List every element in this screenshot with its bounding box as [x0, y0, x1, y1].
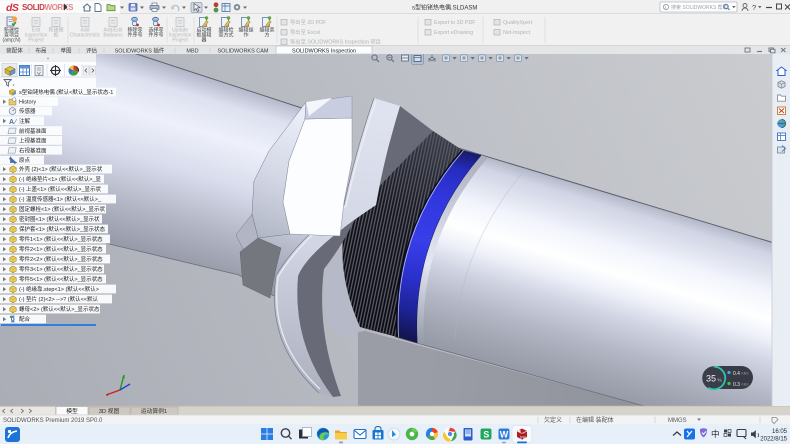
svg-text:保护套<1> (默认<<默认>_显示状态: 保护套<1> (默认<<默认>_显示状态 — [19, 225, 106, 233]
svg-text:零件2<2> (默认<<默认>_显示状态: 零件2<2> (默认<<默认>_显示状态 — [19, 255, 103, 263]
svg-text:查方式: 查方式 — [218, 32, 233, 39]
svg-text:配合: 配合 — [19, 315, 31, 323]
svg-text:导出至 2D PDF: 导出至 2D PDF — [290, 18, 327, 26]
svg-text:?: ? — [752, 3, 756, 12]
svg-text:零件1<1> (默认<<默认>_显示状态: 零件1<1> (默认<<默认>_显示状态 — [19, 235, 103, 243]
svg-text:Project: Project — [172, 38, 188, 44]
svg-text:在编辑 装配体: 在编辑 装配体 — [576, 416, 614, 424]
svg-text:密封圈<1> (默认<<默认>_显示状: 密封圈<1> (默认<<默认>_显示状 — [19, 215, 100, 223]
svg-text:i: i — [665, 5, 666, 11]
svg-text:Export eDrawing: Export eDrawing — [434, 30, 473, 36]
svg-text:dS: dS — [6, 2, 19, 14]
svg-text:螺母<2> (默认<<默认>_显示状态: 螺母<2> (默认<<默认>_显示状态 — [19, 305, 100, 313]
svg-text:导出至 Excel: 导出至 Excel — [290, 28, 320, 36]
svg-text:模型: 模型 — [66, 407, 78, 415]
svg-text:方: 方 — [264, 32, 269, 39]
svg-text:导出至 SOLIDWORKS Inspection 项目: 导出至 SOLIDWORKS Inspection 项目 — [290, 38, 381, 46]
svg-text:Balloons: Balloons — [103, 33, 123, 39]
svg-text:SOLIDWORKS Inspection: SOLIDWORKS Inspection — [292, 48, 356, 54]
svg-text:SOLIDWORKS 插件: SOLIDWORKS 插件 — [115, 46, 165, 54]
svg-text:History: History — [19, 100, 36, 106]
svg-text:零件5<1> (默认<<默认>_显示状态: 零件5<1> (默认<<默认>_显示状态 — [19, 275, 103, 283]
svg-text:Characteristic: Characteristic — [70, 33, 101, 39]
svg-text:零件2<1> (默认<<默认>_显示状态: 零件2<1> (默认<<默认>_显示状态 — [19, 245, 103, 253]
svg-text:A: A — [9, 119, 14, 126]
svg-text:装配体: 装配体 — [6, 46, 23, 54]
svg-text:上视基准面: 上视基准面 — [19, 137, 47, 145]
svg-text:SOLIDWORKS Premium 2019 SP0.0: SOLIDWORKS Premium 2019 SP0.0 — [3, 418, 103, 424]
svg-text:零件3<1> (默认<<默认>_显示状态: 零件3<1> (默认<<默认>_显示状态 — [19, 265, 103, 273]
svg-text:(-) 垫片 (2)<2> -->? (默认<<默认: (-) 垫片 (2)<2> -->? (默认<<默认 — [19, 295, 99, 303]
svg-text:0.3: 0.3 — [733, 382, 740, 388]
svg-text:评估: 评估 — [86, 46, 98, 54]
svg-text:S: S — [483, 430, 489, 440]
svg-text:欠定义: 欠定义 — [544, 416, 562, 424]
svg-text:Export to 3D PDF: Export to 3D PDF — [434, 20, 476, 26]
svg-text:2022/8/15: 2022/8/15 — [760, 437, 787, 443]
svg-text:草图: 草图 — [60, 46, 72, 54]
svg-text:%: % — [718, 378, 722, 383]
svg-text:注解: 注解 — [19, 117, 31, 125]
svg-text:布局: 布局 — [35, 46, 46, 54]
svg-text:KB/s: KB/s — [742, 383, 749, 387]
svg-text:外壳 (2)<1> (默认<<默认>_显示状: 外壳 (2)<1> (默认<<默认>_显示状 — [19, 165, 103, 173]
svg-text:3D 视图: 3D 视图 — [99, 407, 120, 415]
svg-text:搜索 SOLIDWORKS 帮助: 搜索 SOLIDWORKS 帮助 — [671, 4, 728, 11]
svg-text:件序号: 件序号 — [127, 32, 142, 39]
svg-text:Net-Inspect: Net-Inspect — [503, 30, 531, 36]
svg-text:固定螺栓<1> (默认<<默认>_显示状: 固定螺栓<1> (默认<<默认>_显示状 — [19, 205, 106, 213]
svg-text:(-) 绝缘靠.step<1> (默认<<默认>: (-) 绝缘靠.step<1> (默认<<默认> — [19, 285, 99, 293]
svg-text:35: 35 — [706, 374, 716, 384]
svg-text:作: 作 — [243, 32, 248, 39]
svg-text:(-) 温度传感器<1> (默认<<默认>_: (-) 温度传感器<1> (默认<<默认>_ — [19, 195, 102, 203]
svg-text:SOLIDWORKS CAM: SOLIDWORKS CAM — [217, 48, 268, 54]
svg-text:Project: Project — [28, 38, 44, 44]
svg-text:器: 器 — [201, 38, 206, 44]
svg-text:W: W — [500, 430, 509, 440]
svg-text:s型铂铑热电偶.SLDASM: s型铂铑热电偶.SLDASM — [412, 4, 477, 12]
svg-text:MBD: MBD — [186, 48, 198, 54]
svg-text:右视基准面: 右视基准面 — [19, 146, 47, 154]
svg-text:件序号: 件序号 — [148, 32, 163, 39]
svg-text:前视基准面: 前视基准面 — [19, 127, 47, 135]
svg-text:0.4: 0.4 — [733, 371, 740, 377]
svg-text:(-) 上盖<1> (默认<<默认>_显示状: (-) 上盖<1> (默认<<默认>_显示状 — [19, 185, 102, 193]
svg-text:传感器: 传感器 — [19, 107, 36, 115]
svg-text:运动算例1: 运动算例1 — [141, 407, 167, 415]
svg-text:板: 板 — [53, 32, 58, 39]
svg-text:(-) 绝缘垫片<1> (默认<<默认>_显: (-) 绝缘垫片<1> (默认<<默认>_显 — [19, 175, 102, 183]
svg-text:(amp;N): (amp;N) — [2, 38, 20, 44]
svg-text:QualityXpert: QualityXpert — [503, 20, 533, 26]
svg-text:中: 中 — [711, 429, 720, 439]
svg-text:原点: 原点 — [19, 157, 31, 164]
svg-text:MMGS: MMGS — [668, 418, 687, 424]
svg-text:16:05: 16:05 — [772, 429, 788, 435]
svg-text:s型铂铑热电偶 (默认<默认_显示状态-1: s型铂铑热电偶 (默认<默认_显示状态-1 — [19, 88, 113, 96]
svg-text:SW: SW — [520, 436, 526, 440]
svg-text:KB/s: KB/s — [742, 372, 749, 376]
